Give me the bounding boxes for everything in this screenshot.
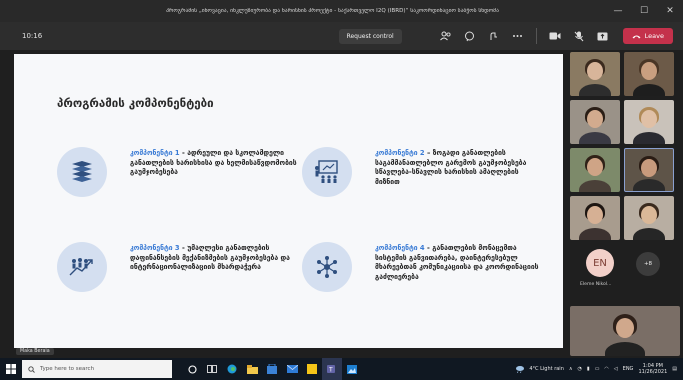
sticky-notes-icon[interactable]	[302, 358, 322, 380]
slide-title: პროგრამის კომპონენტები	[57, 96, 214, 110]
windows-start-icon[interactable]	[0, 358, 22, 380]
window-title: პროგრამის „ინოვაცია, ინკლუზიურობა და ხარ…	[166, 8, 499, 14]
leave-label: Leave	[644, 32, 664, 40]
file-explorer-icon[interactable]	[242, 358, 262, 380]
search-placeholder: Type here to search	[40, 366, 95, 372]
mail-icon[interactable]	[282, 358, 302, 380]
chevron-up-icon[interactable]: ∧	[569, 366, 573, 372]
component-1-text: კომპონენტი 1 - ადრეული და სკოლამდელი გან…	[130, 149, 300, 178]
participant-avatar[interactable]: EN	[586, 249, 614, 277]
component-1-heading: კომპონენტი 1	[130, 149, 180, 157]
component-2-heading: კომპონენტი 2	[375, 149, 425, 157]
component-3-heading: კომპონენტი 3	[130, 244, 180, 252]
cortana-icon[interactable]	[182, 358, 202, 380]
more-participants-button[interactable]: +8	[636, 252, 660, 276]
shared-content-stage: პროგრამის კომპონენტები კომპონენტი 1 - ად…	[0, 50, 566, 358]
shared-slide: პროგრამის კომპონენტები კომპონენტი 1 - ად…	[14, 54, 563, 348]
taskbar-clock[interactable]: 1:04 PM 11/26/2021	[638, 363, 667, 375]
input-language[interactable]: ENG	[623, 366, 634, 372]
participant-name: Eleme Nikol...	[580, 282, 612, 287]
reactions-icon[interactable]	[484, 26, 504, 46]
leave-button[interactable]: Leave	[622, 28, 673, 44]
meeting-timer: 10:16	[22, 32, 43, 40]
network-icon	[302, 242, 352, 292]
component-4-heading: კომპონენტი 4	[375, 244, 425, 252]
weather-rain-icon	[516, 366, 525, 373]
component-4-text: კომპონენტი 4 - განათლების მონაცემთა სისტ…	[375, 244, 545, 282]
meeting-toolbar: 10:16 Request control Leave	[0, 22, 683, 50]
phone-hangup-icon	[632, 35, 641, 38]
network-icon[interactable]: ◔	[578, 366, 582, 372]
participant-video-tile[interactable]	[570, 100, 620, 144]
participant-video-tile[interactable]	[624, 196, 674, 240]
wifi-icon[interactable]: ◠	[604, 366, 608, 372]
teams-meeting-window: პროგრამის „ინოვაცია, ინკლუზიურობა და ხარ…	[0, 0, 683, 380]
participant-video-tile[interactable]	[570, 148, 620, 192]
chat-icon[interactable]	[460, 26, 480, 46]
participant-video-tile[interactable]	[624, 52, 674, 96]
toolbar-divider	[535, 28, 537, 44]
notifications-icon[interactable]: ▤	[672, 366, 677, 372]
presenter-name-tag: Maka Beraia	[16, 348, 54, 355]
participants-icon[interactable]	[436, 26, 456, 46]
participant-video-tile[interactable]	[570, 196, 620, 240]
more-options-icon[interactable]	[508, 26, 528, 46]
self-video-tile[interactable]	[570, 306, 680, 356]
search-icon	[28, 365, 35, 373]
books-icon	[57, 147, 107, 197]
participant-video-tile[interactable]	[624, 148, 674, 192]
participant-video-tile[interactable]	[570, 52, 620, 96]
minimize-button[interactable]: —	[605, 0, 631, 22]
camera-icon[interactable]	[545, 26, 565, 46]
maximize-button[interactable]: ☐	[631, 0, 657, 22]
taskbar-search-input[interactable]: Type here to search	[22, 360, 172, 378]
microphone-icon[interactable]: ▮	[587, 366, 590, 372]
request-control-button[interactable]: Request control	[338, 28, 402, 44]
photos-icon[interactable]	[342, 358, 362, 380]
growth-people-icon	[57, 242, 107, 292]
share-screen-icon[interactable]	[593, 26, 613, 46]
weather-text[interactable]: 4°C Light rain	[529, 366, 564, 372]
participant-gallery	[566, 50, 683, 358]
title-bar: პროგრამის „ინოვაცია, ინკლუზიურობა და ხარ…	[0, 0, 683, 22]
classroom-icon	[302, 147, 352, 197]
participant-video-tile[interactable]	[624, 100, 674, 144]
svg-text:T: T	[328, 367, 333, 374]
task-view-icon[interactable]	[202, 358, 222, 380]
store-icon[interactable]	[262, 358, 282, 380]
edge-icon[interactable]	[222, 358, 242, 380]
teams-icon[interactable]: T	[322, 358, 342, 380]
volume-icon[interactable]: ◁	[614, 366, 618, 372]
clock-date: 11/26/2021	[638, 369, 668, 375]
windows-taskbar: Type here to search T 4°C Light rain ∧ ◔…	[0, 358, 683, 380]
component-2-text: კომპონენტი 2 – ზოგადი განათლების საგამმა…	[375, 149, 545, 187]
mic-off-icon[interactable]	[569, 26, 589, 46]
system-tray: 4°C Light rain ∧ ◔ ▮ ▭ ◠ ◁ ENG 1:04 PM 1…	[515, 363, 677, 375]
battery-icon[interactable]: ▭	[595, 366, 600, 372]
component-3-text: კომპონენტი 3 - უმაღლესი განათლების დაფინ…	[130, 244, 300, 273]
close-window-button[interactable]: ✕	[657, 0, 683, 22]
